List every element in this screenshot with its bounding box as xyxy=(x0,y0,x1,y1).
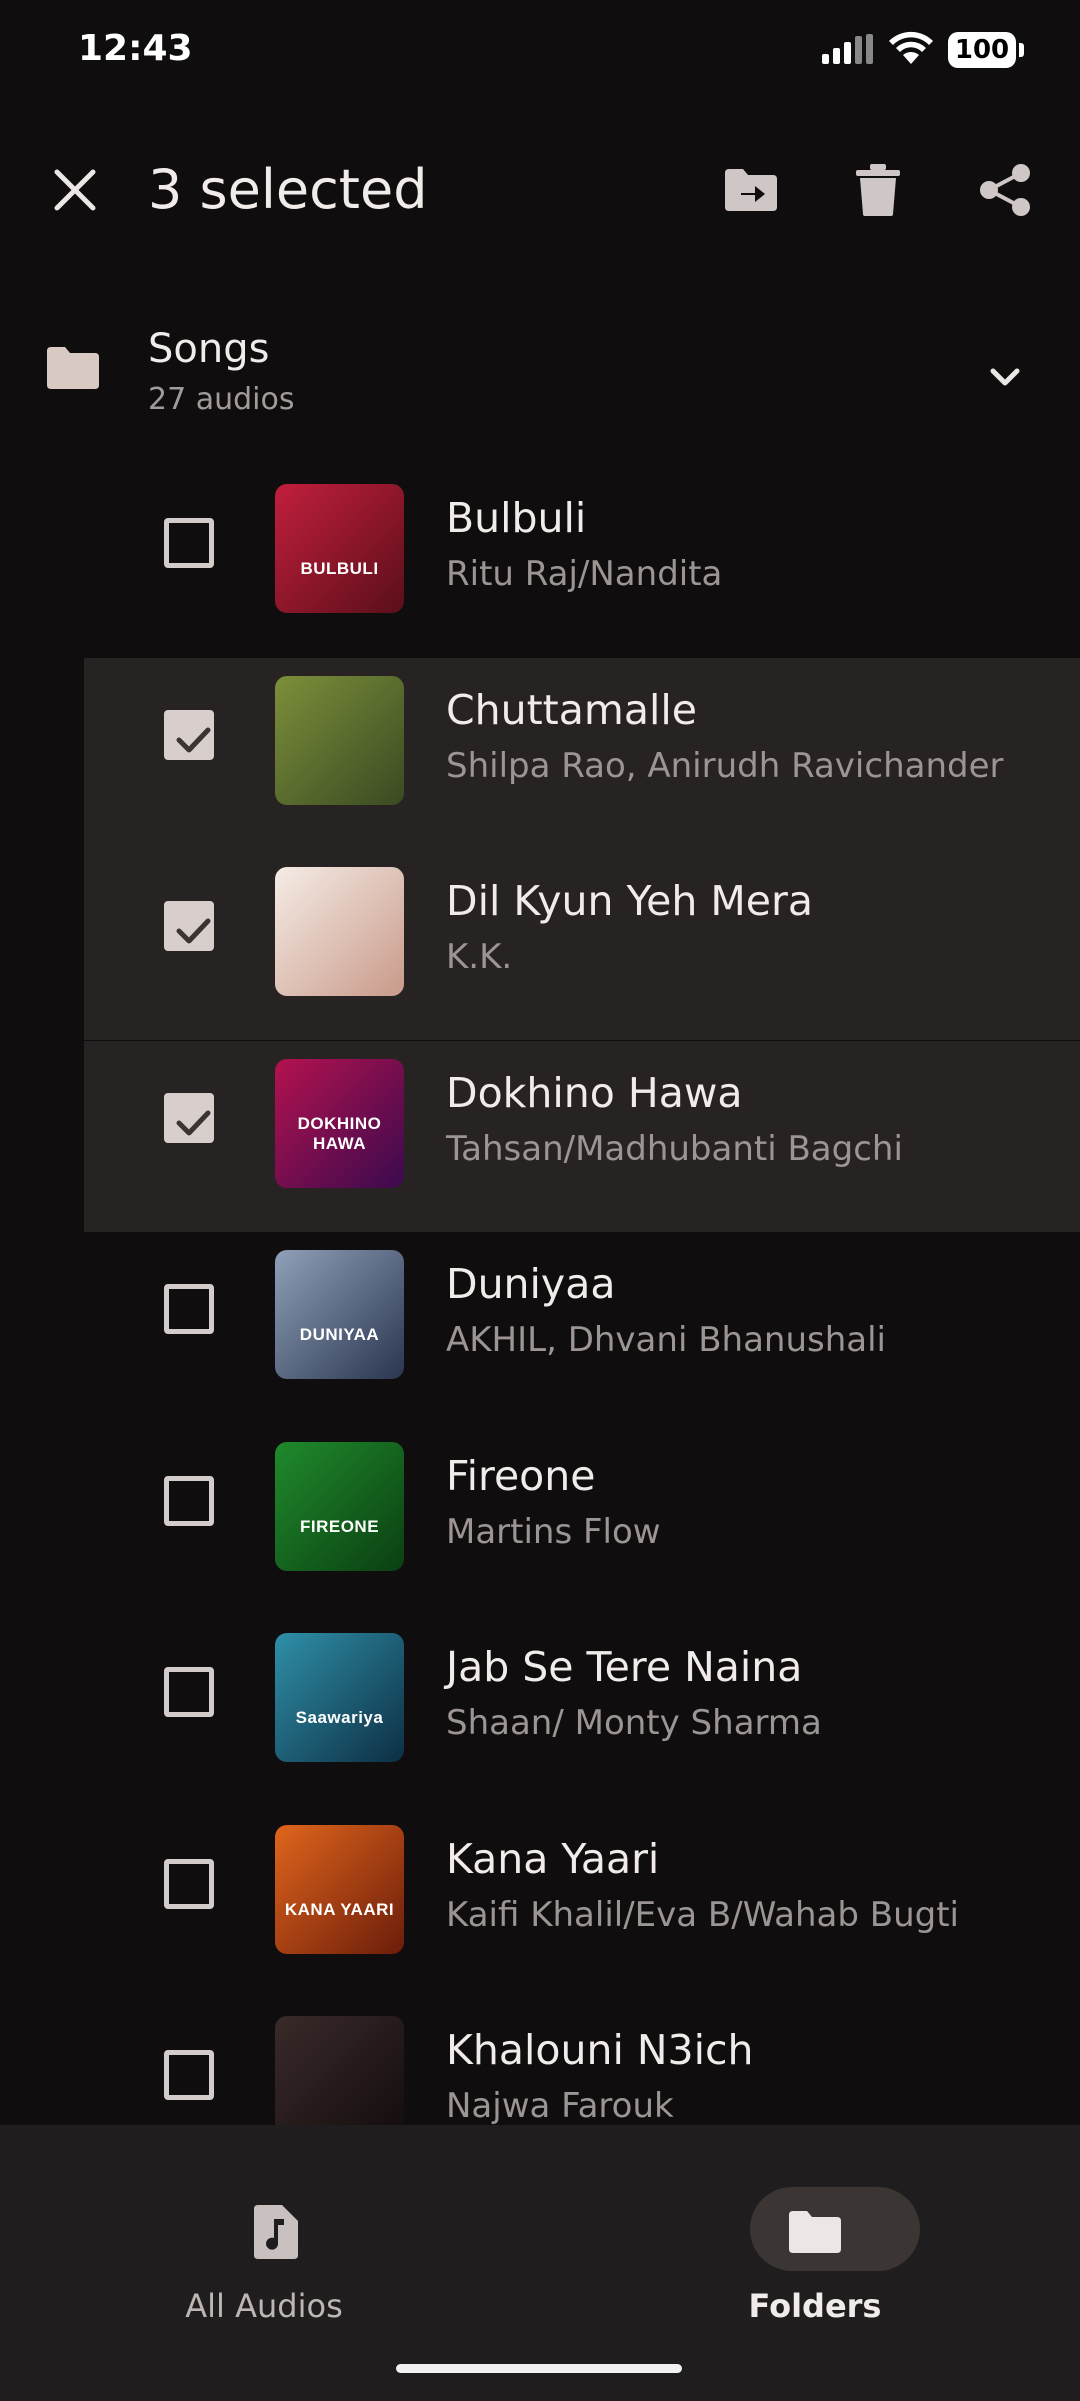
album-art-text: Saawariya xyxy=(295,1708,384,1727)
folder-icon xyxy=(47,347,99,389)
checkbox[interactable] xyxy=(164,1284,214,1334)
check-icon xyxy=(176,727,211,753)
album-art: DUNIYAA xyxy=(275,1250,404,1379)
album-art-text: BULBULI xyxy=(300,559,379,578)
checkbox[interactable] xyxy=(164,1667,214,1717)
selection-count-title: 3 selected xyxy=(148,158,428,221)
song-row[interactable]: FIREONE Fireone Martins Flow xyxy=(0,1424,1080,1615)
album-art-text: DOKHINO HAWA xyxy=(297,1114,382,1153)
song-artist: K.K. xyxy=(446,937,513,977)
song-title: Dokhino Hawa xyxy=(446,1069,743,1117)
song-row[interactable]: Saawariya Jab Se Tere Naina Shaan/ Monty S… xyxy=(0,1615,1080,1806)
battery-icon: 100 xyxy=(948,32,1016,68)
music-note-icon xyxy=(254,2205,298,2259)
chevron-down-icon[interactable] xyxy=(975,348,1035,408)
song-title: Kana Yaari xyxy=(446,1835,660,1883)
album-art: FIREONE xyxy=(275,1442,404,1571)
selection-toolbar: 3 selected xyxy=(0,130,1080,250)
song-title: Bulbuli xyxy=(446,494,587,542)
song-title: Duniyaa xyxy=(446,1260,616,1308)
album-art xyxy=(275,867,404,996)
song-artist: Shaan/ Monty Sharma xyxy=(446,1703,822,1743)
song-title: Khalouni N3ich xyxy=(446,2026,754,2074)
song-row[interactable]: KANA YAARI Kana Yaari Kaifi Khalil/Eva B/W… xyxy=(0,1807,1080,1998)
checkbox[interactable] xyxy=(164,518,214,568)
battery-tip xyxy=(1019,43,1024,57)
nav-folders-label: Folders xyxy=(748,2287,882,2325)
close-icon[interactable] xyxy=(40,155,110,225)
folder-name: Songs xyxy=(148,326,270,372)
album-art: KANA YAARI xyxy=(275,1825,404,1954)
checkbox-checked[interactable] xyxy=(164,1093,214,1143)
checkbox-checked[interactable] xyxy=(164,710,214,760)
song-row[interactable]: Chuttamalle Shilpa Rao, Anirudh Ravichand… xyxy=(84,658,1080,849)
song-row[interactable]: DOKHINO HAWA Dokhino Hawa Tahsan/Madhubant… xyxy=(84,1041,1080,1232)
checkbox-checked[interactable] xyxy=(164,901,214,951)
song-row[interactable]: DUNIYAA Duniyaa AKHIL, Dhvani Bhanushali xyxy=(0,1232,1080,1423)
song-title: Dil Kyun Yeh Mera xyxy=(446,877,813,925)
song-title: Fireone xyxy=(446,1452,596,1500)
song-artist: Najwa Farouk xyxy=(446,2086,674,2126)
folder-header[interactable]: Songs 27 audios xyxy=(0,310,1080,435)
status-bar: 12:43 100 xyxy=(0,0,1080,100)
song-title: Jab Se Tere Naina xyxy=(446,1643,803,1691)
nav-all-audios-label: All Audios xyxy=(185,2287,343,2325)
bottom-navigation: All Audios Folders xyxy=(0,2125,1080,2401)
song-row[interactable]: Dil Kyun Yeh Mera K.K. xyxy=(84,849,1080,1040)
album-art-text: KANA YAARI xyxy=(284,1900,395,1919)
nav-folders[interactable]: Folders xyxy=(665,2155,965,2325)
checkbox[interactable] xyxy=(164,1476,214,1526)
home-indicator[interactable] xyxy=(396,2364,682,2373)
wifi-icon xyxy=(889,31,933,64)
song-artist: Tahsan/Madhubanti Bagchi xyxy=(446,1129,903,1169)
share-icon[interactable] xyxy=(970,155,1040,225)
song-artist: Shilpa Rao, Anirudh Ravichander xyxy=(446,746,1004,786)
signal-icon xyxy=(822,34,873,64)
checkbox[interactable] xyxy=(164,2050,214,2100)
status-time: 12:43 xyxy=(78,28,193,69)
folder-nav-icon xyxy=(789,2211,841,2253)
album-art: Saawariya xyxy=(275,1633,404,1762)
song-artist: Ritu Raj/Nandita xyxy=(446,554,723,594)
song-artist: Martins Flow xyxy=(446,1512,661,1552)
move-to-folder-icon[interactable] xyxy=(716,155,786,225)
album-art xyxy=(275,676,404,805)
check-icon xyxy=(176,1110,211,1136)
nav-all-audios[interactable]: All Audios xyxy=(114,2155,414,2325)
checkbox[interactable] xyxy=(164,1859,214,1909)
song-title: Chuttamalle xyxy=(446,686,697,734)
song-artist: AKHIL, Dhvani Bhanushali xyxy=(446,1320,886,1360)
check-icon xyxy=(176,918,211,944)
album-art-text: DUNIYAA xyxy=(299,1325,380,1344)
song-row[interactable]: BULBULI Bulbuli Ritu Raj/Nandita xyxy=(0,466,1080,657)
album-art: DOKHINO HAWA xyxy=(275,1059,404,1188)
folder-count: 27 audios xyxy=(148,382,295,417)
delete-icon[interactable] xyxy=(843,155,913,225)
album-art-text: FIREONE xyxy=(299,1517,380,1536)
song-artist: Kaifi Khalil/Eva B/Wahab Bugti xyxy=(446,1895,959,1935)
album-art: BULBULI xyxy=(275,484,404,613)
